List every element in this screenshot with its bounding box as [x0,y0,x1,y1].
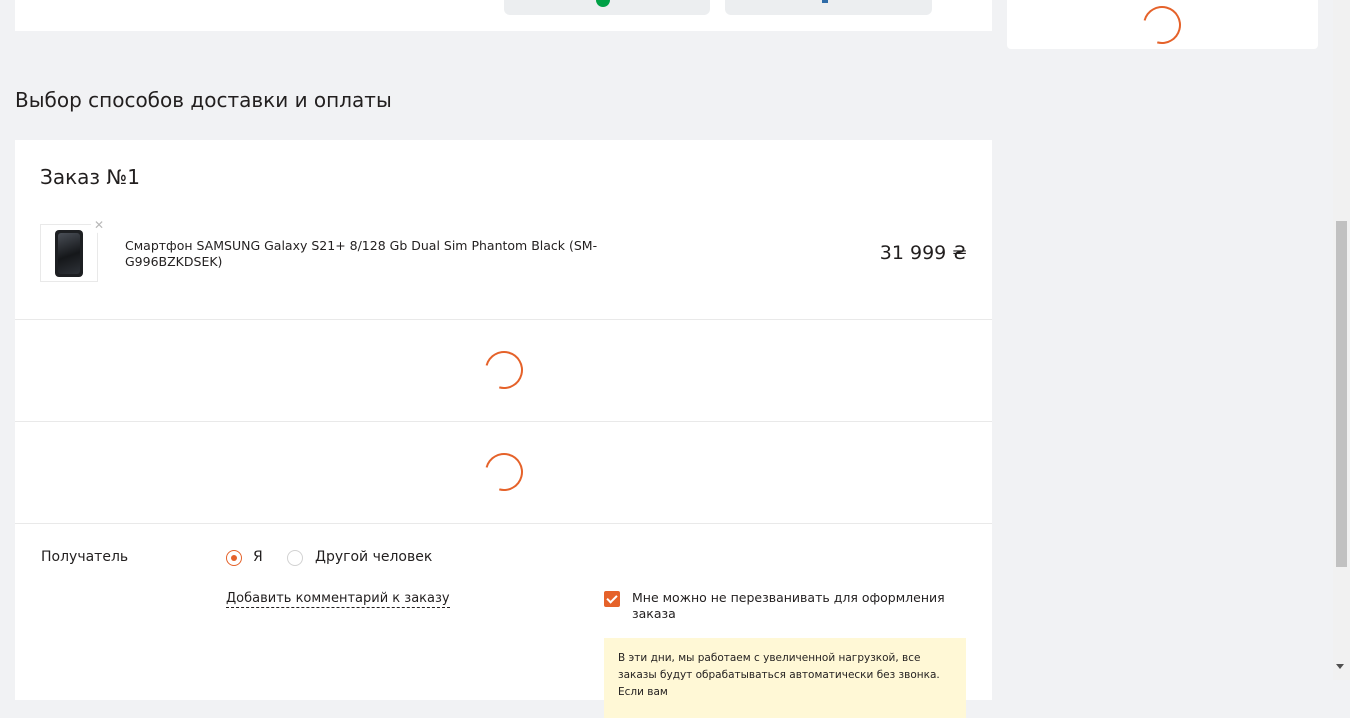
no-call-label[interactable]: Мне можно не перезванивать для оформлени… [632,590,952,622]
product-image[interactable] [40,224,98,282]
product-price: 31 999 ₴ [879,242,967,264]
divider [15,523,992,524]
delivery-loading-spinner-icon [478,344,530,396]
add-comment-link[interactable]: Добавить комментарий к заказу [226,591,450,608]
product-name[interactable]: Смартфон SAMSUNG Galaxy S21+ 8/128 Gb Du… [125,238,615,270]
loading-spinner-icon [1136,0,1188,51]
brand-icon [822,0,828,3]
recipient-me-label[interactable]: Я [253,549,263,565]
recipient-label: Получатель [41,549,129,565]
order-card: Заказ №1 ✕ Смартфон SAMSUNG Galaxy S21+ … [15,140,992,718]
order-summary-card [1007,0,1318,51]
remove-product-button[interactable]: ✕ [91,217,107,233]
check-icon [596,0,610,7]
recipient-me-radio[interactable] [226,550,242,566]
divider [15,421,992,422]
recipient-other-label[interactable]: Другой человек [315,549,432,565]
recipient-other-radio[interactable] [287,550,303,566]
top-option-button-2[interactable] [725,0,932,15]
divider [15,319,992,320]
scroll-down-arrow-icon[interactable] [1336,664,1344,669]
payment-loading-spinner-icon [478,446,530,498]
section-title: Выбор способов доставки и оплаты [15,88,392,112]
delivery-top-card [15,0,992,31]
no-call-checkbox[interactable] [604,591,620,607]
phone-icon [55,230,83,277]
top-option-button-1[interactable] [504,0,710,15]
close-icon: ✕ [93,218,105,232]
phone-screen [58,233,80,274]
scrollbar-thumb[interactable] [1336,221,1347,567]
order-title: Заказ №1 [40,165,140,189]
workload-notice: В эти дни, мы работаем с увеличенной наг… [604,638,966,718]
